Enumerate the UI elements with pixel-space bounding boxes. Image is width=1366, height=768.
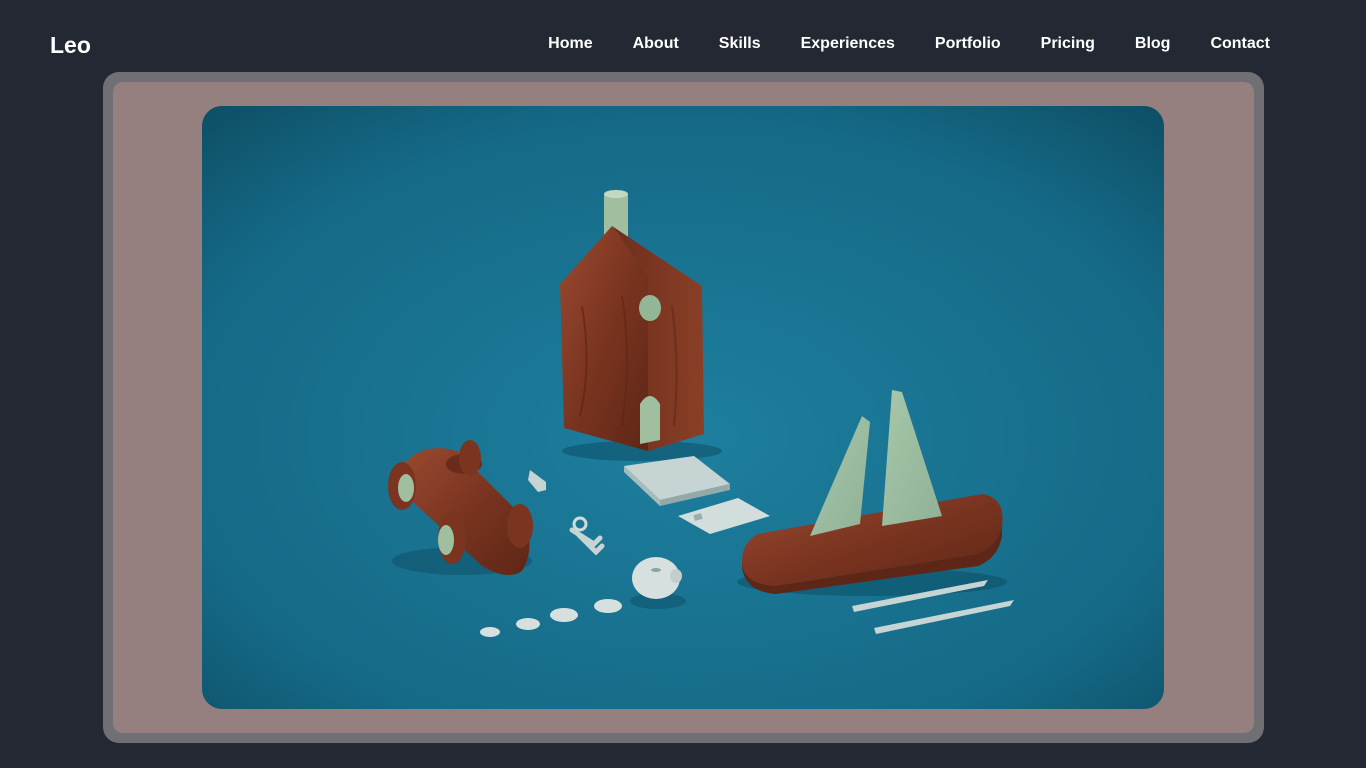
- nav-link-portfolio[interactable]: Portfolio: [935, 35, 1001, 53]
- nav-link-about[interactable]: About: [633, 35, 679, 53]
- nav-link-experiences[interactable]: Experiences: [801, 35, 895, 53]
- nav-link-pricing[interactable]: Pricing: [1041, 35, 1095, 53]
- hero-image: [202, 106, 1164, 709]
- nav-link-contact[interactable]: Contact: [1210, 35, 1270, 53]
- hero-illustration: [202, 106, 1164, 709]
- hero-frame-outer: [103, 72, 1264, 743]
- brand-logo[interactable]: Leo: [50, 32, 91, 59]
- nav-link-blog[interactable]: Blog: [1135, 35, 1171, 53]
- nav-link-home[interactable]: Home: [548, 35, 592, 53]
- hero-frame-inner: [113, 82, 1254, 733]
- main-nav: Home About Skills Experiences Portfolio …: [508, 35, 1270, 53]
- nav-link-skills[interactable]: Skills: [719, 35, 761, 53]
